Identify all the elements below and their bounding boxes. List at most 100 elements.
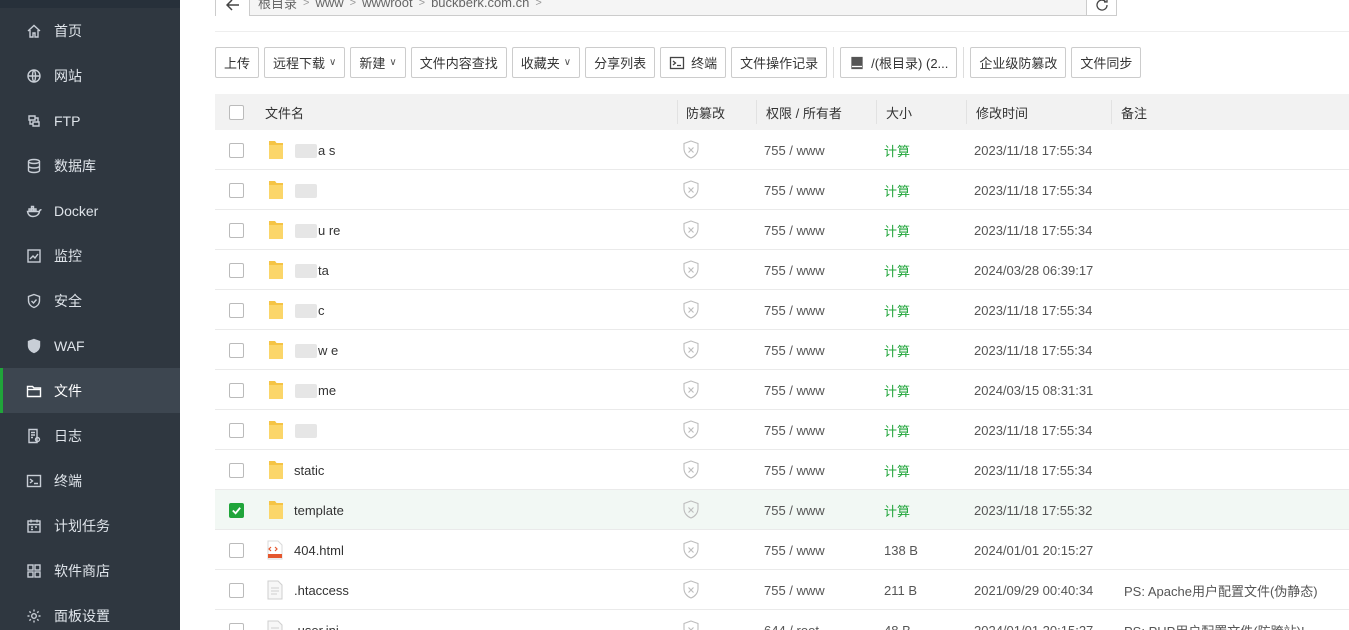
sidebar-item-4[interactable]: Docker: [0, 188, 180, 233]
upload-button[interactable]: 上传: [215, 47, 260, 78]
sidebar-item-1[interactable]: 网站: [0, 53, 180, 98]
sidebar-item-8[interactable]: 文件: [0, 368, 180, 413]
refresh-button[interactable]: [1086, 0, 1117, 16]
permission-owner[interactable]: 644 / root: [764, 610, 819, 630]
table-row[interactable]: me 755 / www 计算 2024/03/15 08:31:31: [215, 370, 1349, 410]
checkbox[interactable]: [229, 422, 244, 438]
file-size[interactable]: 计算: [884, 410, 910, 450]
file-name[interactable]: w e: [318, 343, 338, 358]
tamper-shield-icon[interactable]: [682, 330, 700, 370]
sidebar-item-13[interactable]: 面板设置: [0, 593, 180, 630]
file-size[interactable]: 计算: [884, 250, 910, 290]
file-name-cell[interactable]: w e: [294, 330, 338, 370]
file-size[interactable]: 计算: [884, 490, 910, 530]
breadcrumb-item-root[interactable]: 根目录: [258, 0, 297, 12]
sidebar-item-3[interactable]: 数据库: [0, 143, 180, 188]
permission-owner[interactable]: 755 / www: [764, 330, 825, 370]
share-list-button[interactable]: 分享列表: [585, 47, 656, 78]
row-checkbox-cell[interactable]: [229, 170, 244, 210]
checkbox[interactable]: [229, 582, 244, 598]
sidebar-item-9[interactable]: 日志: [0, 413, 180, 458]
file-name[interactable]: .user.ini: [294, 623, 339, 630]
row-checkbox-cell[interactable]: [229, 570, 244, 610]
file-name-cell[interactable]: ta: [294, 250, 329, 290]
permission-owner[interactable]: 755 / www: [764, 130, 825, 170]
table-row[interactable]: 755 / www 计算 2023/11/18 17:55:34: [215, 410, 1349, 450]
header-permission[interactable]: 权限 / 所有者: [766, 94, 842, 130]
file-note[interactable]: PS: PHP用户配置文件(防跨站)!: [1124, 610, 1305, 630]
tamper-shield-icon[interactable]: [682, 610, 700, 630]
tamper-shield-icon[interactable]: [682, 210, 700, 250]
row-checkbox-cell[interactable]: [229, 290, 244, 330]
file-name[interactable]: static: [294, 463, 324, 478]
file-name[interactable]: c: [318, 303, 325, 318]
breadcrumb-item-site[interactable]: buckberk.com.cn: [431, 0, 529, 10]
file-name-cell[interactable]: static: [294, 450, 324, 490]
tamper-proof-button[interactable]: 企业级防篡改: [970, 47, 1067, 78]
table-row[interactable]: static 755 / www 计算 2023/11/18 17:55:34: [215, 450, 1349, 490]
checkbox[interactable]: [229, 502, 244, 518]
permission-owner[interactable]: 755 / www: [764, 210, 825, 250]
sidebar-item-12[interactable]: 软件商店: [0, 548, 180, 593]
favorites-button[interactable]: 收藏夹 ∨: [511, 47, 581, 78]
tamper-shield-icon[interactable]: [682, 410, 700, 450]
header-size[interactable]: 大小: [886, 94, 912, 130]
table-row[interactable]: template 755 / www 计算 2023/11/18 17:55:32: [215, 490, 1349, 530]
breadcrumb-item-wwwroot[interactable]: wwwroot: [362, 0, 413, 10]
file-name-cell[interactable]: .user.ini: [294, 610, 339, 630]
tamper-shield-icon[interactable]: [682, 370, 700, 410]
permission-owner[interactable]: 755 / www: [764, 490, 825, 530]
tamper-shield-icon[interactable]: [682, 450, 700, 490]
breadcrumb-item-www[interactable]: www: [315, 0, 343, 10]
checkbox[interactable]: [229, 182, 244, 198]
sidebar-item-6[interactable]: 安全: [0, 278, 180, 323]
file-name[interactable]: template: [294, 503, 344, 518]
file-size[interactable]: 计算: [884, 330, 910, 370]
sidebar-item-7[interactable]: WAF: [0, 323, 180, 368]
file-size[interactable]: 计算: [884, 210, 910, 250]
header-note[interactable]: 备注: [1121, 94, 1147, 130]
checkbox[interactable]: [229, 222, 244, 238]
row-checkbox-cell[interactable]: [229, 490, 244, 530]
checkbox[interactable]: [229, 542, 244, 558]
file-name[interactable]: .htaccess: [294, 583, 349, 598]
row-checkbox-cell[interactable]: [229, 610, 244, 630]
row-checkbox-cell[interactable]: [229, 250, 244, 290]
file-name-cell[interactable]: c: [294, 290, 325, 330]
file-name-cell[interactable]: 404.html: [294, 530, 344, 570]
checkbox[interactable]: [229, 302, 244, 318]
table-row[interactable]: a s 755 / www 计算 2023/11/18 17:55:34: [215, 130, 1349, 170]
checkbox[interactable]: [229, 622, 244, 630]
table-row[interactable]: ta 755 / www 计算 2024/03/28 06:39:17: [215, 250, 1349, 290]
file-size[interactable]: 计算: [884, 170, 910, 210]
row-checkbox-cell[interactable]: [229, 130, 244, 170]
sidebar-item-5[interactable]: 监控: [0, 233, 180, 278]
tamper-shield-icon[interactable]: [682, 570, 700, 610]
tamper-shield-icon[interactable]: [682, 290, 700, 330]
new-button[interactable]: 新建 ∨: [350, 47, 406, 78]
sidebar-item-10[interactable]: 终端: [0, 458, 180, 503]
permission-owner[interactable]: 755 / www: [764, 450, 825, 490]
file-name-cell[interactable]: me: [294, 370, 336, 410]
tamper-shield-icon[interactable]: [682, 250, 700, 290]
permission-owner[interactable]: 755 / www: [764, 530, 825, 570]
table-row[interactable]: c 755 / www 计算 2023/11/18 17:55:34: [215, 290, 1349, 330]
checkbox[interactable]: [229, 104, 244, 120]
file-name-cell[interactable]: [294, 170, 318, 210]
file-name-cell[interactable]: .htaccess: [294, 570, 349, 610]
permission-owner[interactable]: 755 / www: [764, 250, 825, 290]
table-row[interactable]: w e 755 / www 计算 2023/11/18 17:55:34: [215, 330, 1349, 370]
table-row[interactable]: .htaccess 755 / www 211 B 2021/09/29 00:40:…: [215, 570, 1349, 610]
permission-owner[interactable]: 755 / www: [764, 290, 825, 330]
file-name[interactable]: ta: [318, 263, 329, 278]
path-bar[interactable]: 根目录 > www > wwwroot > buckberk.com.cn >: [215, 0, 1117, 16]
tamper-shield-icon[interactable]: [682, 490, 700, 530]
checkbox[interactable]: [229, 462, 244, 478]
row-checkbox-cell[interactable]: [229, 530, 244, 570]
file-size[interactable]: 计算: [884, 130, 910, 170]
file-name-cell[interactable]: u re: [294, 210, 340, 250]
table-row[interactable]: u re 755 / www 计算 2023/11/18 17:55:34: [215, 210, 1349, 250]
header-mtime[interactable]: 修改时间: [976, 94, 1028, 130]
file-name-cell[interactable]: template: [294, 490, 344, 530]
file-sync-button[interactable]: 文件同步: [1071, 47, 1142, 78]
